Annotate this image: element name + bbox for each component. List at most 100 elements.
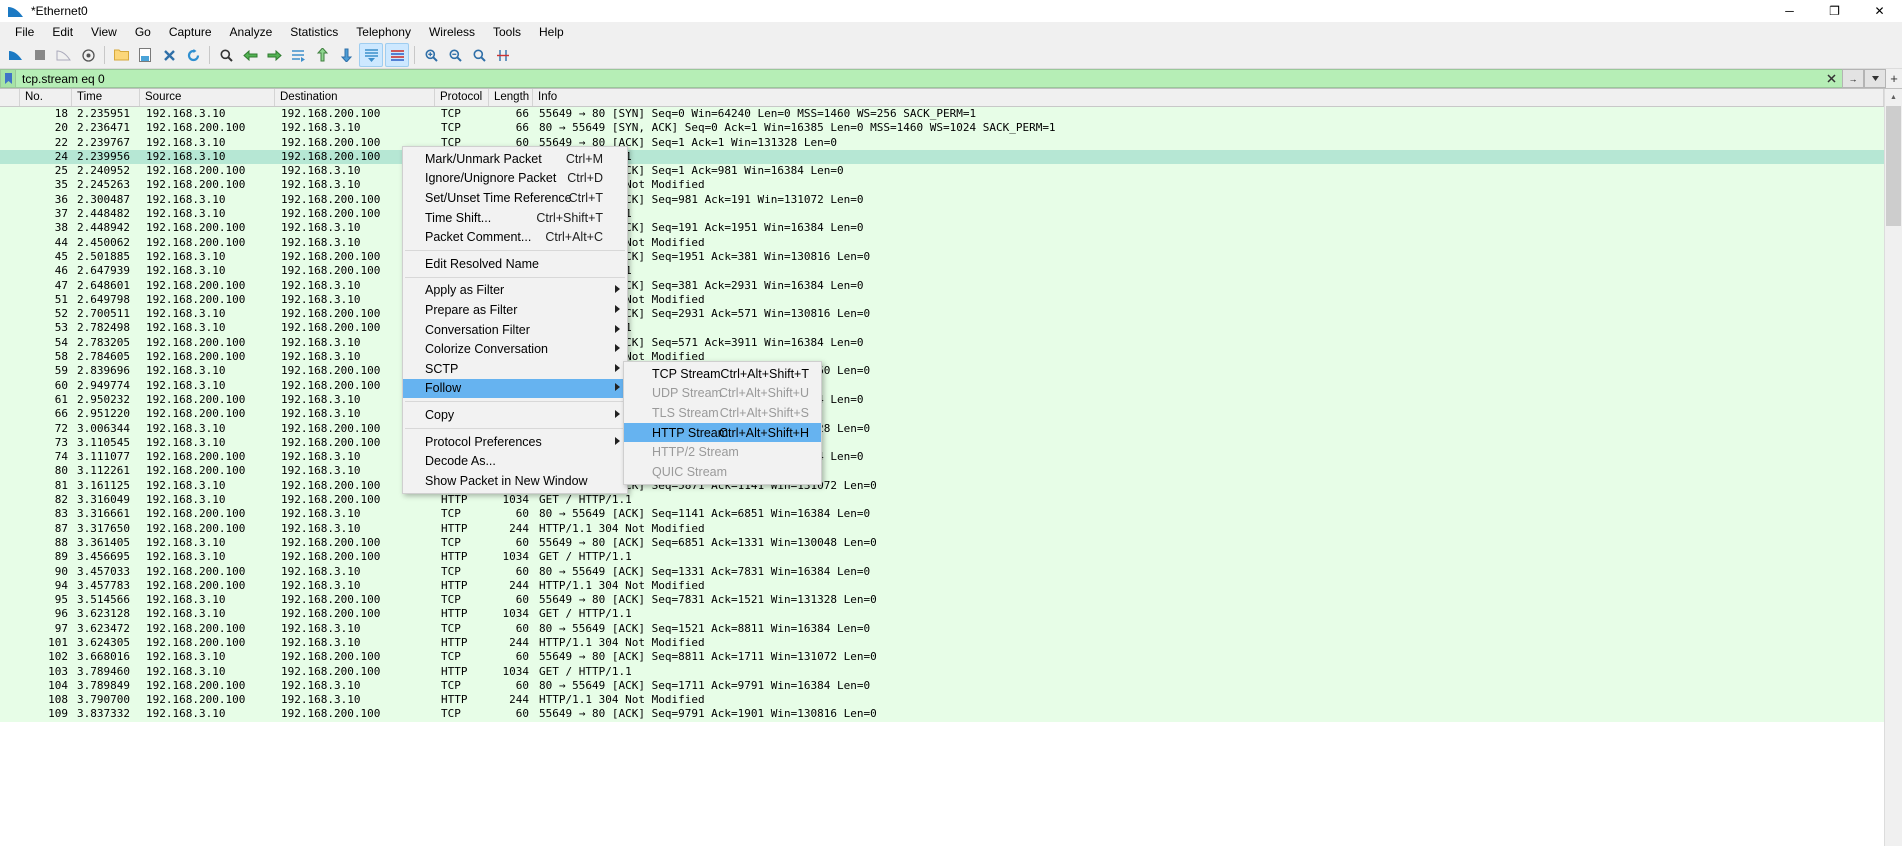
context-menu-item-colorize-conversation[interactable]: Colorize Conversation: [403, 339, 627, 359]
table-row[interactable]: 90 3.457033 192.168.200.100 192.168.3.10 TCP…: [0, 564, 1884, 579]
resize-columns-icon[interactable]: [492, 44, 514, 66]
zoom-out-icon[interactable]: [444, 44, 466, 66]
column-header-destination[interactable]: Destination: [275, 89, 435, 106]
table-row[interactable]: 602.949774192.168.3.10192.168.200.100HTT…: [0, 378, 1884, 393]
context-menu-item-show-packet-in-new-window[interactable]: Show Packet in New Window: [403, 471, 627, 491]
table-row[interactable]: 803.112261192.168.200.100192.168.3.10HTT…: [0, 464, 1884, 479]
column-header-protocol[interactable]: Protocol: [435, 89, 489, 106]
column-header-no[interactable]: No.: [20, 89, 72, 106]
context-menu-item-follow[interactable]: Follow: [403, 378, 627, 399]
table-row[interactable]: 96 3.623128 192.168.3.10 192.168.200.100 HTT…: [0, 607, 1884, 622]
context-menu-item-copy[interactable]: Copy: [403, 405, 627, 425]
go-to-packet-icon[interactable]: [287, 44, 309, 66]
table-row[interactable]: 723.006344192.168.3.10192.168.200.100TCP…: [0, 421, 1884, 436]
submenu-item-tls-stream[interactable]: TLS Stream Ctrl+Alt+Shift+S: [624, 403, 821, 423]
go-back-icon[interactable]: [239, 44, 261, 66]
table-row[interactable]: 89 3.456695 192.168.3.10 192.168.200.100 HTT…: [0, 550, 1884, 565]
table-row[interactable]: 512.649798192.168.200.100192.168.3.10HTT…: [0, 292, 1884, 308]
clear-filter-icon[interactable]: [1820, 69, 1842, 88]
table-row[interactable]: 252.240952192.168.200.100192.168.3.10TCP…: [0, 164, 1884, 179]
submenu-item-tcp-stream[interactable]: TCP Stream Ctrl+Alt+Shift+T: [624, 364, 821, 384]
zoom-in-icon[interactable]: [420, 44, 442, 66]
table-row[interactable]: 83 3.316661 192.168.200.100 192.168.3.10 TCP…: [0, 507, 1884, 522]
go-forward-icon[interactable]: [263, 44, 285, 66]
table-row[interactable]: 472.648601192.168.200.100192.168.3.10TCP…: [0, 278, 1884, 293]
table-row[interactable]: 592.839696192.168.3.10192.168.200.100TCP…: [0, 364, 1884, 379]
scroll-up-icon[interactable]: ▲: [1885, 89, 1902, 106]
context-menu-item-time-shift[interactable]: Time Shift... Ctrl+Shift+T: [403, 208, 627, 228]
column-header-time[interactable]: Time: [72, 89, 140, 106]
capture-options-icon[interactable]: [77, 44, 99, 66]
submenu-item-http-stream[interactable]: HTTP Stream Ctrl+Alt+Shift+H: [624, 422, 821, 443]
apply-filter-button[interactable]: →: [1842, 69, 1864, 88]
minimize-button[interactable]: ─: [1767, 0, 1812, 22]
table-row[interactable]: 109 3.837332 192.168.3.10 192.168.200.100 TC…: [0, 707, 1884, 722]
table-row[interactable]: 103 3.789460 192.168.3.10 192.168.200.100 HT…: [0, 664, 1884, 679]
table-row[interactable]: 733.110545192.168.3.10192.168.200.100HTT…: [0, 435, 1884, 451]
context-menu-item-set-unset-time-reference[interactable]: Set/Unset Time Reference Ctrl+T: [403, 188, 627, 208]
menu-view[interactable]: View: [82, 22, 126, 42]
context-menu-item-protocol-preferences[interactable]: Protocol Preferences: [403, 432, 627, 452]
context-menu-item-conversation-filter[interactable]: Conversation Filter: [403, 320, 627, 340]
zoom-reset-icon[interactable]: [468, 44, 490, 66]
table-row[interactable]: 743.111077192.168.200.100192.168.3.10TCP…: [0, 450, 1884, 465]
menu-help[interactable]: Help: [530, 22, 573, 42]
table-row[interactable]: 82 3.316049 192.168.3.10 192.168.200.100 HTT…: [0, 493, 1884, 508]
context-menu-item-mark-unmark-packet[interactable]: Mark/Unmark Packet Ctrl+M: [403, 149, 627, 169]
menu-statistics[interactable]: Statistics: [281, 22, 347, 42]
table-row[interactable]: 372.448482192.168.3.10192.168.200.100HTT…: [0, 207, 1884, 222]
context-menu-item-decode-as[interactable]: Decode As...: [403, 451, 627, 471]
close-file-icon[interactable]: [158, 44, 180, 66]
table-row[interactable]: 582.784605192.168.200.100192.168.3.10HTT…: [0, 350, 1884, 365]
table-row[interactable]: 242.239956192.168.3.10192.168.200.100HTT…: [0, 149, 1884, 165]
table-row[interactable]: 108 3.790700 192.168.200.100 192.168.3.10 HT…: [0, 693, 1884, 708]
table-row[interactable]: 532.782498192.168.3.10192.168.200.100HTT…: [0, 321, 1884, 336]
menu-tools[interactable]: Tools: [484, 22, 530, 42]
table-row[interactable]: 612.950232192.168.200.100192.168.3.10TCP…: [0, 392, 1884, 408]
table-row[interactable]: 542.783205192.168.200.100192.168.3.10TCP…: [0, 335, 1884, 351]
maximize-button[interactable]: ❐: [1812, 0, 1857, 22]
table-row[interactable]: 87 3.317650 192.168.200.100 192.168.3.10 HTT…: [0, 521, 1884, 536]
menu-file[interactable]: File: [6, 22, 43, 42]
table-row[interactable]: 813.161125192.168.3.10192.168.200.100TCP…: [0, 478, 1884, 494]
table-row[interactable]: 101 3.624305 192.168.200.100 192.168.3.10 HT…: [0, 635, 1884, 651]
table-row[interactable]: 20 2.236471 192.168.200.100 192.168.3.10 TCP…: [0, 121, 1884, 136]
column-header-length[interactable]: Length: [489, 89, 533, 106]
table-row[interactable]: 104 3.789849 192.168.200.100 192.168.3.10 TC…: [0, 678, 1884, 694]
packet-list-scrollbar[interactable]: ▲: [1884, 89, 1902, 846]
open-file-icon[interactable]: [110, 44, 132, 66]
auto-scroll-icon[interactable]: [359, 43, 383, 67]
context-menu-item-prepare-as-filter[interactable]: Prepare as Filter: [403, 300, 627, 320]
scrollbar-thumb[interactable]: [1886, 106, 1901, 226]
menu-go[interactable]: Go: [126, 22, 160, 42]
submenu-item-quic-stream[interactable]: QUIC Stream: [624, 462, 821, 482]
table-row[interactable]: 88 3.361405 192.168.3.10 192.168.200.100 TCP…: [0, 535, 1884, 551]
submenu-item-udp-stream[interactable]: UDP Stream Ctrl+Alt+Shift+U: [624, 384, 821, 404]
table-row[interactable]: 522.700511192.168.3.10192.168.200.100TCP…: [0, 307, 1884, 322]
colorize-icon[interactable]: [385, 43, 409, 67]
close-button[interactable]: ✕: [1857, 0, 1902, 22]
restart-capture-icon[interactable]: [53, 44, 75, 66]
menu-capture[interactable]: Capture: [160, 22, 221, 42]
menu-telephony[interactable]: Telephony: [347, 22, 420, 42]
table-row[interactable]: 18 2.235951 192.168.3.10 192.168.200.100 TCP…: [0, 107, 1884, 122]
context-menu-item-edit-resolved-name[interactable]: Edit Resolved Name: [403, 254, 627, 274]
find-packet-icon[interactable]: [215, 44, 237, 66]
table-row[interactable]: 102 3.668016 192.168.3.10 192.168.200.100 TC…: [0, 650, 1884, 665]
bookmark-icon[interactable]: [0, 69, 16, 88]
table-row[interactable]: 662.951220192.168.200.100192.168.3.10HTT…: [0, 407, 1884, 422]
filter-expression-dropdown[interactable]: [1864, 69, 1886, 88]
context-menu-item-ignore-unignore-packet[interactable]: Ignore/Unignore Packet Ctrl+D: [403, 169, 627, 189]
reload-file-icon[interactable]: [182, 44, 204, 66]
table-row[interactable]: 97 3.623472 192.168.200.100 192.168.3.10 TCP…: [0, 621, 1884, 636]
start-capture-icon[interactable]: [5, 44, 27, 66]
table-row[interactable]: 382.448942192.168.200.100192.168.3.10TCP…: [0, 221, 1884, 236]
column-header-info[interactable]: Info: [533, 89, 1884, 106]
column-header-source[interactable]: Source: [140, 89, 275, 106]
menu-analyze[interactable]: Analyze: [221, 22, 282, 42]
menu-wireless[interactable]: Wireless: [420, 22, 484, 42]
go-first-packet-icon[interactable]: [311, 44, 333, 66]
table-row[interactable]: 95 3.514566 192.168.3.10 192.168.200.100 TCP…: [0, 593, 1884, 608]
table-row[interactable]: 352.245263192.168.200.100192.168.3.10HTT…: [0, 178, 1884, 193]
table-row[interactable]: 462.647939192.168.3.10192.168.200.100HTT…: [0, 264, 1884, 279]
